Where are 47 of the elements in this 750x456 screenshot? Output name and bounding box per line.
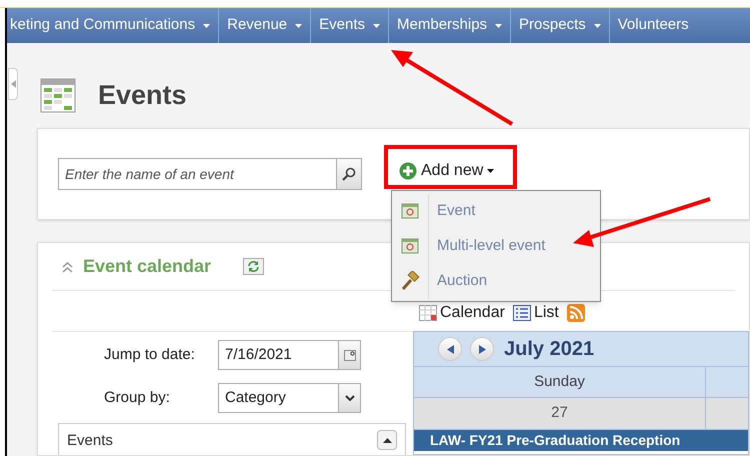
scroll-up-button[interactable] bbox=[377, 430, 397, 450]
sidebar-toggle[interactable] bbox=[8, 68, 18, 100]
search-icon bbox=[342, 167, 356, 181]
day-header: Sunday bbox=[414, 367, 706, 397]
caret-icon bbox=[487, 169, 494, 173]
calendar-grid-icon bbox=[40, 78, 78, 114]
list-header: Events bbox=[67, 431, 113, 451]
search-field[interactable]: Enter the name of an event bbox=[58, 158, 337, 190]
rss-icon bbox=[566, 304, 585, 322]
calendar-event[interactable]: LAW- FY21 Pre-Graduation Reception bbox=[414, 430, 748, 451]
nav-menu-item[interactable]: Revenue bbox=[218, 8, 310, 43]
nav-menu-item[interactable]: Memberships bbox=[388, 8, 510, 43]
triangle-up-icon bbox=[382, 438, 392, 442]
rss-feed-button[interactable] bbox=[566, 304, 585, 322]
triangle-left-icon bbox=[10, 80, 16, 88]
list-icon bbox=[512, 305, 531, 321]
menu-item[interactable]: Event bbox=[392, 194, 600, 228]
previous-button[interactable] bbox=[438, 337, 462, 361]
date-number: 27 bbox=[414, 398, 706, 429]
chevron-down-icon bbox=[344, 394, 354, 402]
collapse-chevron-icon[interactable] bbox=[62, 260, 73, 272]
search-button[interactable] bbox=[337, 158, 362, 190]
menu-item[interactable]: Multi-level event bbox=[392, 228, 600, 264]
nav-menu-item[interactable]: keting and Communications bbox=[7, 8, 218, 43]
field-label: Group by: bbox=[103, 388, 171, 408]
group-by-select[interactable]: Category bbox=[218, 383, 361, 413]
page-title: Events bbox=[98, 79, 187, 112]
nav-menu-item[interactable]: Events bbox=[310, 8, 388, 43]
add-new-button[interactable]: Add new bbox=[399, 159, 494, 183]
triangle-right-icon bbox=[478, 344, 486, 354]
date-field[interactable]: 7/16/2021 bbox=[218, 340, 361, 370]
menu-item[interactable]: Auction bbox=[392, 264, 600, 298]
calendar-icon bbox=[344, 350, 356, 360]
calendar-icon bbox=[400, 236, 420, 256]
refresh-icon[interactable] bbox=[243, 258, 264, 275]
next-button[interactable] bbox=[470, 337, 494, 361]
field-label: Jump to date: bbox=[103, 344, 196, 365]
panel-title: Event calendar bbox=[83, 255, 212, 278]
nav-menu-item[interactable]: Prospects bbox=[510, 8, 609, 43]
nav-menu-item[interactable]: Volunteers bbox=[608, 8, 697, 43]
date-picker-button[interactable] bbox=[338, 341, 360, 369]
triangle-left-icon bbox=[446, 344, 454, 354]
month-title: July 2021 bbox=[504, 337, 594, 362]
gavel-icon bbox=[400, 271, 420, 291]
calendar-icon bbox=[400, 201, 420, 221]
plus-icon bbox=[399, 162, 417, 180]
calendar-grid-icon bbox=[419, 305, 437, 321]
